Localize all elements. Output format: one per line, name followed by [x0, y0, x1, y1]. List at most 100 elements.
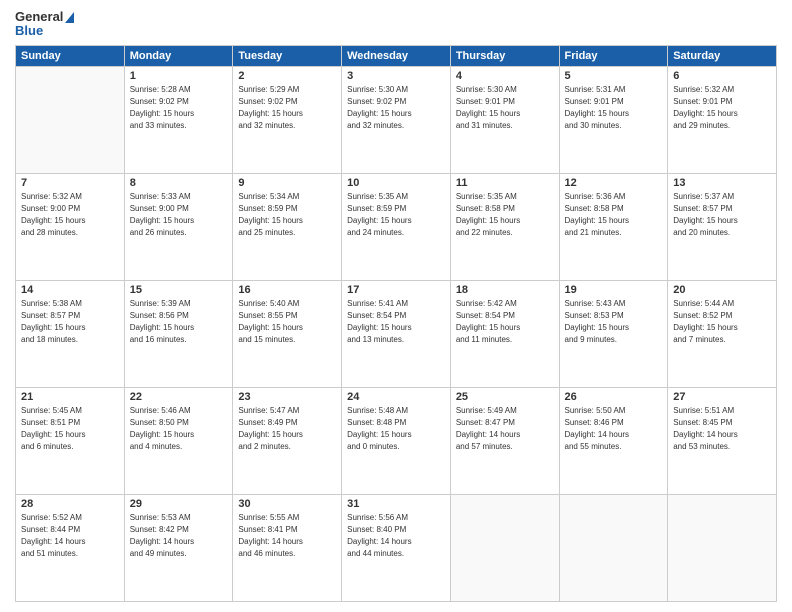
day-number: 16	[238, 284, 336, 296]
day-number: 11	[456, 177, 554, 189]
calendar-cell: 18 Sunrise: 5:42 AM Sunset: 8:54 PM Dayli…	[450, 280, 559, 387]
day-info: Sunrise: 5:41 AM Sunset: 8:54 PM Dayligh…	[347, 298, 445, 346]
calendar-cell: 27 Sunrise: 5:51 AM Sunset: 8:45 PM Dayli…	[668, 387, 777, 494]
calendar-cell: 20 Sunrise: 5:44 AM Sunset: 8:52 PM Dayli…	[668, 280, 777, 387]
calendar-cell: 19 Sunrise: 5:43 AM Sunset: 8:53 PM Dayli…	[559, 280, 668, 387]
calendar-cell: 11 Sunrise: 5:35 AM Sunset: 8:58 PM Dayli…	[450, 173, 559, 280]
day-number: 1	[130, 70, 228, 82]
day-number: 29	[130, 498, 228, 510]
day-info: Sunrise: 5:39 AM Sunset: 8:56 PM Dayligh…	[130, 298, 228, 346]
week-row-1: 1 Sunrise: 5:28 AM Sunset: 9:02 PM Daylig…	[16, 66, 777, 173]
calendar-cell: 30 Sunrise: 5:55 AM Sunset: 8:41 PM Dayli…	[233, 494, 342, 601]
day-info: Sunrise: 5:32 AM Sunset: 9:01 PM Dayligh…	[673, 84, 771, 132]
day-number: 27	[673, 391, 771, 403]
calendar-cell: 13Sunrise: 5:37 AM Sunset: 8:57 PM Dayli…	[668, 173, 777, 280]
col-header-saturday: Saturday	[668, 45, 777, 66]
day-number: 30	[238, 498, 336, 510]
day-info: Sunrise: 5:36 AM Sunset: 8:58 PM Dayligh…	[565, 191, 663, 239]
calendar-cell: 4 Sunrise: 5:30 AM Sunset: 9:01 PM Daylig…	[450, 66, 559, 173]
day-number: 8	[130, 177, 228, 189]
day-info: Sunrise: 5:28 AM Sunset: 9:02 PM Dayligh…	[130, 84, 228, 132]
calendar-page: General Blue SundayMondayTuesdayWednesda…	[0, 0, 792, 612]
calendar-cell: 22 Sunrise: 5:46 AM Sunset: 8:50 PM Dayli…	[124, 387, 233, 494]
day-number: 21	[21, 391, 119, 403]
day-info: Sunrise: 5:52 AM Sunset: 8:44 PM Dayligh…	[21, 512, 119, 560]
col-header-friday: Friday	[559, 45, 668, 66]
calendar-cell: 25Sunrise: 5:49 AM Sunset: 8:47 PM Dayli…	[450, 387, 559, 494]
calendar-cell: 7 Sunrise: 5:32 AM Sunset: 9:00 PM Daylig…	[16, 173, 125, 280]
calendar-cell: 24 Sunrise: 5:48 AM Sunset: 8:48 PM Dayli…	[342, 387, 451, 494]
day-number: 4	[456, 70, 554, 82]
day-info: Sunrise: 5:30 AM Sunset: 9:01 PM Dayligh…	[456, 84, 554, 132]
day-number: 25	[456, 391, 554, 403]
logo-general: General	[15, 10, 74, 24]
day-number: 17	[347, 284, 445, 296]
day-number: 2	[238, 70, 336, 82]
day-info: Sunrise: 5:56 AM Sunset: 8:40 PM Dayligh…	[347, 512, 445, 560]
calendar-cell	[559, 494, 668, 601]
week-row-4: 21Sunrise: 5:45 AM Sunset: 8:51 PM Dayli…	[16, 387, 777, 494]
day-number: 18	[456, 284, 554, 296]
calendar-cell: 9Sunrise: 5:34 AM Sunset: 8:59 PM Daylig…	[233, 173, 342, 280]
day-info: Sunrise: 5:43 AM Sunset: 8:53 PM Dayligh…	[565, 298, 663, 346]
day-info: Sunrise: 5:38 AM Sunset: 8:57 PM Dayligh…	[21, 298, 119, 346]
day-number: 3	[347, 70, 445, 82]
day-info: Sunrise: 5:53 AM Sunset: 8:42 PM Dayligh…	[130, 512, 228, 560]
day-number: 13	[673, 177, 771, 189]
calendar-cell	[16, 66, 125, 173]
logo-blue: Blue	[15, 24, 74, 38]
day-number: 12	[565, 177, 663, 189]
day-number: 9	[238, 177, 336, 189]
day-info: Sunrise: 5:55 AM Sunset: 8:41 PM Dayligh…	[238, 512, 336, 560]
day-info: Sunrise: 5:44 AM Sunset: 8:52 PM Dayligh…	[673, 298, 771, 346]
calendar-cell: 29 Sunrise: 5:53 AM Sunset: 8:42 PM Dayli…	[124, 494, 233, 601]
day-number: 7	[21, 177, 119, 189]
day-number: 22	[130, 391, 228, 403]
calendar-cell	[450, 494, 559, 601]
calendar-cell: 8Sunrise: 5:33 AM Sunset: 9:00 PM Daylig…	[124, 173, 233, 280]
day-info: Sunrise: 5:35 AM Sunset: 8:59 PM Dayligh…	[347, 191, 445, 239]
header: General Blue	[15, 10, 777, 39]
day-number: 15	[130, 284, 228, 296]
calendar-cell: 16 Sunrise: 5:40 AM Sunset: 8:55 PM Dayli…	[233, 280, 342, 387]
day-info: Sunrise: 5:47 AM Sunset: 8:49 PM Dayligh…	[238, 405, 336, 453]
day-info: Sunrise: 5:29 AM Sunset: 9:02 PM Dayligh…	[238, 84, 336, 132]
col-header-wednesday: Wednesday	[342, 45, 451, 66]
col-header-sunday: Sunday	[16, 45, 125, 66]
calendar-table: SundayMondayTuesdayWednesdayThursdayFrid…	[15, 45, 777, 602]
day-info: Sunrise: 5:42 AM Sunset: 8:54 PM Dayligh…	[456, 298, 554, 346]
day-info: Sunrise: 5:48 AM Sunset: 8:48 PM Dayligh…	[347, 405, 445, 453]
day-number: 14	[21, 284, 119, 296]
day-info: Sunrise: 5:40 AM Sunset: 8:55 PM Dayligh…	[238, 298, 336, 346]
calendar-cell: 12 Sunrise: 5:36 AM Sunset: 8:58 PM Dayli…	[559, 173, 668, 280]
day-number: 10	[347, 177, 445, 189]
day-number: 20	[673, 284, 771, 296]
calendar-cell: 5Sunrise: 5:31 AM Sunset: 9:01 PM Daylig…	[559, 66, 668, 173]
day-number: 19	[565, 284, 663, 296]
day-info: Sunrise: 5:46 AM Sunset: 8:50 PM Dayligh…	[130, 405, 228, 453]
day-number: 26	[565, 391, 663, 403]
day-number: 28	[21, 498, 119, 510]
calendar-cell: 28 Sunrise: 5:52 AM Sunset: 8:44 PM Dayli…	[16, 494, 125, 601]
day-info: Sunrise: 5:51 AM Sunset: 8:45 PM Dayligh…	[673, 405, 771, 453]
calendar-cell: 2 Sunrise: 5:29 AM Sunset: 9:02 PM Daylig…	[233, 66, 342, 173]
logo: General Blue	[15, 10, 74, 39]
day-info: Sunrise: 5:32 AM Sunset: 9:00 PM Dayligh…	[21, 191, 119, 239]
calendar-cell: 14 Sunrise: 5:38 AM Sunset: 8:57 PM Dayli…	[16, 280, 125, 387]
calendar-cell: 31 Sunrise: 5:56 AM Sunset: 8:40 PM Dayli…	[342, 494, 451, 601]
day-info: Sunrise: 5:50 AM Sunset: 8:46 PM Dayligh…	[565, 405, 663, 453]
calendar-cell: 15 Sunrise: 5:39 AM Sunset: 8:56 PM Dayli…	[124, 280, 233, 387]
day-info: Sunrise: 5:30 AM Sunset: 9:02 PM Dayligh…	[347, 84, 445, 132]
week-row-5: 28 Sunrise: 5:52 AM Sunset: 8:44 PM Dayli…	[16, 494, 777, 601]
day-info: Sunrise: 5:35 AM Sunset: 8:58 PM Dayligh…	[456, 191, 554, 239]
calendar-cell: 26 Sunrise: 5:50 AM Sunset: 8:46 PM Dayli…	[559, 387, 668, 494]
header-row: SundayMondayTuesdayWednesdayThursdayFrid…	[16, 45, 777, 66]
day-number: 6	[673, 70, 771, 82]
week-row-3: 14 Sunrise: 5:38 AM Sunset: 8:57 PM Dayli…	[16, 280, 777, 387]
calendar-cell: 6 Sunrise: 5:32 AM Sunset: 9:01 PM Daylig…	[668, 66, 777, 173]
col-header-tuesday: Tuesday	[233, 45, 342, 66]
calendar-cell	[668, 494, 777, 601]
day-number: 24	[347, 391, 445, 403]
day-info: Sunrise: 5:31 AM Sunset: 9:01 PM Dayligh…	[565, 84, 663, 132]
day-number: 31	[347, 498, 445, 510]
